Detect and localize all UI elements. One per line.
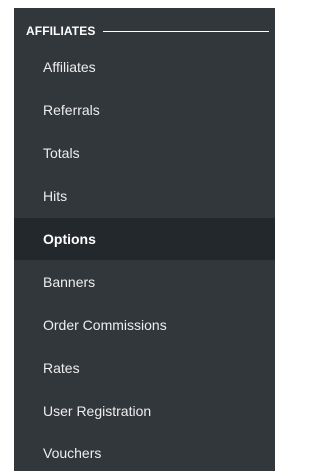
menu-item-label: Order Commissions — [43, 316, 167, 333]
menu-item-rates[interactable]: Rates — [14, 346, 275, 389]
menu-item-affiliates[interactable]: Affiliates — [14, 46, 275, 89]
section-header: AFFILIATES — [26, 23, 269, 39]
menu-item-label: Affiliates — [43, 59, 96, 76]
menu-item-label: Totals — [43, 145, 80, 162]
menu-item-totals[interactable]: Totals — [14, 132, 275, 175]
section-divider — [103, 30, 269, 32]
sidebar-menu: AFFILIATES Affiliates Referrals Totals H… — [14, 8, 279, 471]
menu-item-label: Hits — [43, 188, 68, 205]
submenu-list: Affiliates Referrals Totals Hits Options… — [14, 46, 279, 475]
menu-item-vouchers[interactable]: Vouchers — [14, 432, 275, 475]
menu-item-label: Rates — [43, 359, 80, 376]
active-indicator — [275, 217, 279, 261]
menu-item-user-registration[interactable]: User Registration — [14, 389, 275, 432]
menu-item-label: Vouchers — [43, 445, 102, 462]
menu-item-banners[interactable]: Banners — [14, 260, 275, 303]
menu-item-order-commissions[interactable]: Order Commissions — [14, 303, 275, 346]
menu-item-hits[interactable]: Hits — [14, 175, 275, 218]
menu-item-label: Referrals — [43, 102, 100, 119]
menu-item-referrals[interactable]: Referrals — [14, 89, 275, 132]
menu-item-label: Banners — [43, 273, 96, 290]
menu-item-options[interactable]: Options — [14, 217, 279, 261]
menu-item-label: User Registration — [43, 402, 152, 419]
section-title: AFFILIATES — [26, 24, 96, 38]
menu-item-label: Options — [43, 231, 96, 247]
